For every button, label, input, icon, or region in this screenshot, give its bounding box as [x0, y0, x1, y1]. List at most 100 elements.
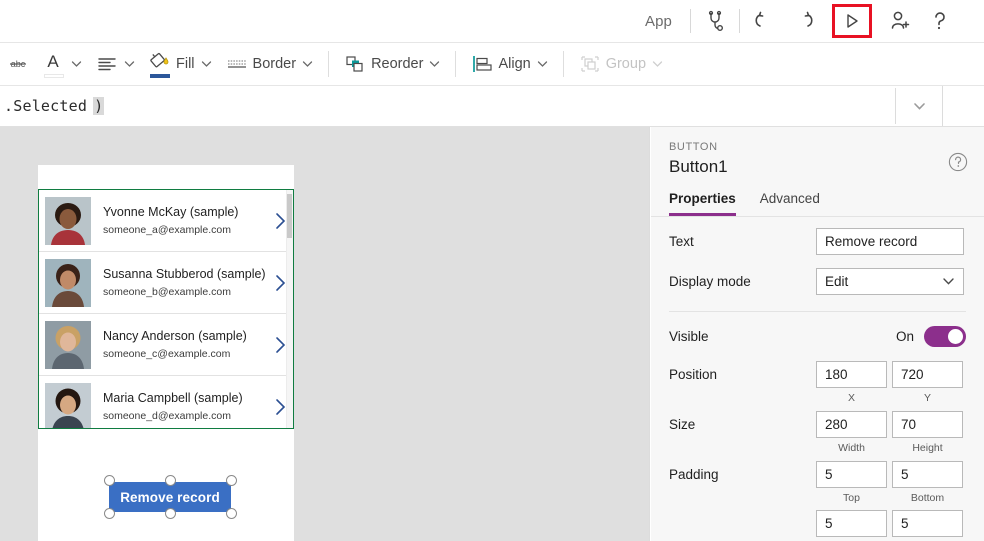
- preview-play-icon[interactable]: [832, 4, 872, 38]
- position-inputs: 180 720: [816, 361, 963, 388]
- toggle-knob: [948, 329, 963, 344]
- padding-left-input[interactable]: 5: [816, 510, 887, 537]
- gallery-scrollbar[interactable]: [286, 190, 293, 428]
- reorder-label: Reorder: [371, 56, 423, 72]
- align-button[interactable]: Align: [464, 47, 554, 81]
- tab-properties[interactable]: Properties: [669, 191, 736, 216]
- fill-button[interactable]: Fill: [142, 47, 219, 81]
- caption-width: Width: [816, 442, 887, 454]
- formula-bar-edge: [942, 86, 984, 126]
- redo-icon[interactable]: [784, 5, 824, 37]
- font-color-glyph: A: [43, 51, 65, 78]
- size-width-input[interactable]: 280: [816, 411, 887, 438]
- border-label: Border: [253, 56, 297, 72]
- contact-email: someone_c@example.com: [103, 347, 267, 362]
- chevron-down-icon: [942, 274, 955, 289]
- properties-divider: [669, 311, 966, 312]
- align-text-icon[interactable]: [89, 47, 142, 81]
- formula-bar: .Selected ): [0, 86, 984, 127]
- caption-bottom: Bottom: [892, 492, 963, 504]
- help-question-icon[interactable]: [920, 5, 960, 37]
- properties-tabs: Properties Advanced: [651, 191, 984, 216]
- align-objects-icon: [471, 54, 493, 74]
- avatar: [45, 321, 91, 369]
- visible-state-label: On: [896, 329, 914, 344]
- visible-toggle[interactable]: [924, 326, 966, 347]
- contact-email: someone_b@example.com: [103, 285, 267, 300]
- toolbar-divider-2: [739, 9, 740, 33]
- tab-advanced[interactable]: Advanced: [760, 191, 820, 216]
- position-x-input[interactable]: 180: [816, 361, 887, 388]
- list-item-text: Nancy Anderson (sample) someone_c@exampl…: [103, 328, 267, 362]
- display-mode-value: Edit: [825, 274, 848, 289]
- group-button[interactable]: Group: [572, 47, 670, 81]
- align-text-glyph: [96, 55, 118, 73]
- ribbon-group-arrange: Reorder Align: [337, 43, 670, 86]
- ribbon-divider-2: [455, 51, 456, 77]
- list-item[interactable]: Nancy Anderson (sample) someone_c@exampl…: [39, 314, 293, 376]
- caption-height: Height: [892, 442, 963, 454]
- position-y-input[interactable]: 720: [892, 361, 963, 388]
- app-checker-icon[interactable]: [695, 5, 735, 37]
- resize-handle-top-right[interactable]: [226, 475, 237, 486]
- padding-bottom-input[interactable]: 5: [892, 461, 963, 488]
- font-color-swatch: [44, 74, 64, 78]
- list-item[interactable]: Yvonne McKay (sample) someone_a@example.…: [39, 190, 293, 252]
- padding-inputs-bottom: 5 5: [816, 510, 963, 537]
- question-circle-icon[interactable]: [948, 152, 968, 172]
- formula-input[interactable]: .Selected ): [0, 88, 896, 124]
- resize-handle-top-center[interactable]: [165, 475, 176, 486]
- text-input[interactable]: Remove record: [816, 228, 964, 255]
- list-item-text: Susanna Stubberod (sample) someone_b@exa…: [103, 266, 267, 300]
- list-item-text: Maria Campbell (sample) someone_d@exampl…: [103, 390, 267, 424]
- resize-handle-bottom-center[interactable]: [165, 508, 176, 519]
- font-color-icon[interactable]: A: [36, 47, 89, 81]
- size-captions: Width Height: [816, 442, 966, 454]
- tabs-divider: [651, 216, 984, 217]
- resize-handle-bottom-left[interactable]: [104, 508, 115, 519]
- chevron-down-icon: [201, 55, 212, 73]
- padding-top-input[interactable]: 5: [816, 461, 887, 488]
- chevron-down-icon: [429, 55, 440, 73]
- list-item[interactable]: Maria Campbell (sample) someone_d@exampl…: [39, 376, 293, 429]
- control-kind-label: BUTTON: [669, 141, 966, 153]
- share-user-icon[interactable]: [880, 5, 920, 37]
- strikethrough-abc-icon[interactable]: abc: [0, 47, 36, 81]
- app-screen[interactable]: Yvonne McKay (sample) someone_a@example.…: [38, 165, 294, 541]
- ribbon-group-text: abc A: [0, 43, 320, 86]
- selected-button-wrapper: Remove record: [110, 483, 230, 511]
- field-row-display-mode: Display mode Edit: [669, 266, 966, 297]
- contact-name: Nancy Anderson (sample): [103, 328, 267, 345]
- border-button[interactable]: Border: [219, 47, 321, 81]
- size-height-input[interactable]: 70: [892, 411, 963, 438]
- reorder-icon: [344, 54, 366, 74]
- undo-icon[interactable]: [744, 5, 784, 37]
- gallery-control[interactable]: Yvonne McKay (sample) someone_a@example.…: [38, 189, 294, 429]
- app-menu-label[interactable]: App: [631, 13, 686, 30]
- list-item[interactable]: Susanna Stubberod (sample) someone_b@exa…: [39, 252, 293, 314]
- contact-name: Maria Campbell (sample): [103, 390, 267, 407]
- control-name-label: Button1: [669, 157, 966, 177]
- padding-captions-top: Top Bottom: [816, 492, 966, 504]
- svg-text:A: A: [47, 52, 59, 71]
- powerapps-studio: App: [0, 0, 984, 541]
- avatar: [45, 383, 91, 430]
- avatar: [45, 259, 91, 307]
- visible-label: Visible: [669, 329, 816, 344]
- reorder-button[interactable]: Reorder: [337, 47, 447, 81]
- format-ribbon: abc A: [0, 43, 984, 86]
- display-mode-select[interactable]: Edit: [816, 268, 964, 295]
- remove-record-button[interactable]: Remove record: [110, 483, 230, 511]
- group-icon: [579, 54, 601, 74]
- size-label: Size: [669, 417, 816, 432]
- resize-handle-top-left[interactable]: [104, 475, 115, 486]
- align-label: Align: [498, 56, 530, 72]
- gallery-scroll-thumb[interactable]: [287, 194, 292, 238]
- toolbar-divider: [690, 9, 691, 33]
- ribbon-divider-3: [563, 51, 564, 77]
- list-item-text: Yvonne McKay (sample) someone_a@example.…: [103, 204, 267, 238]
- resize-handle-bottom-right[interactable]: [226, 508, 237, 519]
- padding-right-input[interactable]: 5: [892, 510, 963, 537]
- properties-panel: BUTTON Button1 Properties Advanced Text …: [651, 127, 984, 541]
- formula-expand-chevron[interactable]: [896, 86, 942, 126]
